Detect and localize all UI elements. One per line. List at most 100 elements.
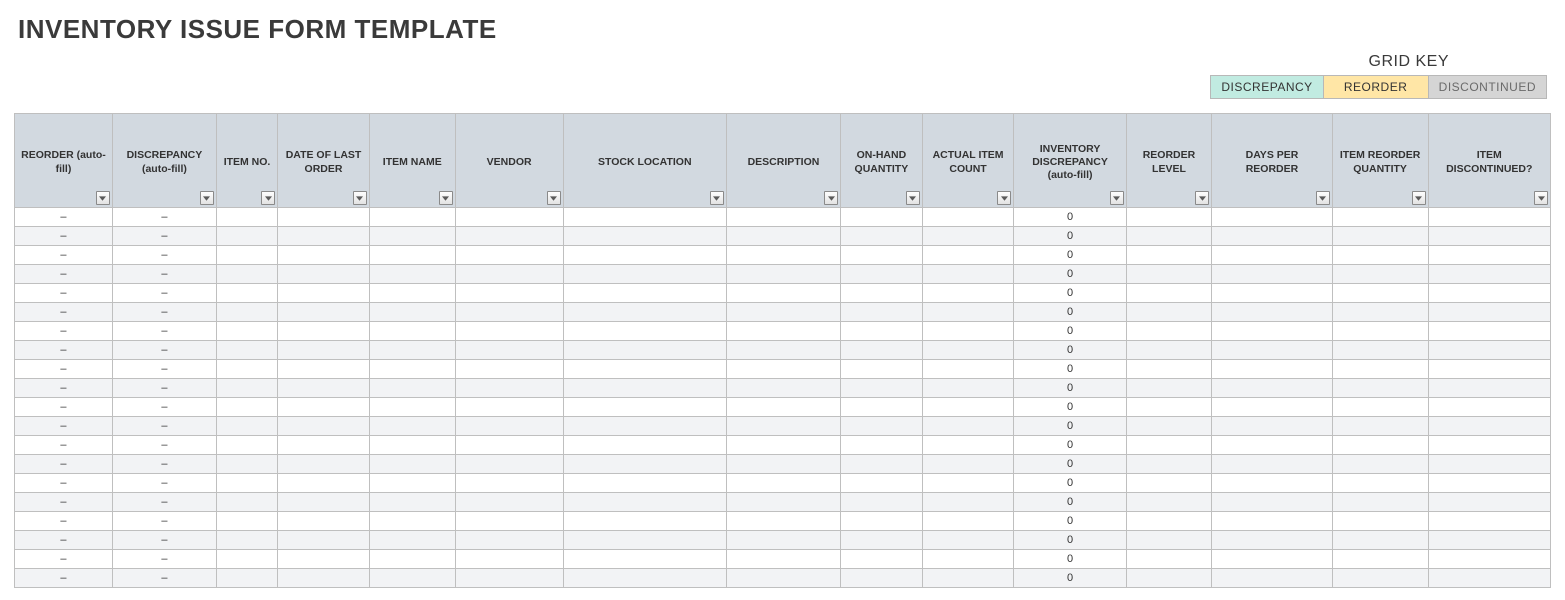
cell-reorder_level[interactable] bbox=[1126, 208, 1212, 227]
filter-dropdown-icon[interactable] bbox=[1195, 191, 1209, 205]
cell-actual[interactable] bbox=[922, 455, 1014, 474]
cell-location[interactable] bbox=[563, 493, 726, 512]
cell-reorder_qty[interactable] bbox=[1332, 531, 1428, 550]
cell-location[interactable] bbox=[563, 512, 726, 531]
cell-actual[interactable] bbox=[922, 303, 1014, 322]
cell-discontinued[interactable] bbox=[1428, 569, 1551, 588]
cell-discrepancy[interactable]: – bbox=[112, 398, 216, 417]
cell-vendor[interactable] bbox=[455, 474, 563, 493]
cell-date[interactable] bbox=[278, 208, 370, 227]
cell-description[interactable] bbox=[726, 398, 840, 417]
cell-days[interactable] bbox=[1212, 550, 1332, 569]
cell-description[interactable] bbox=[726, 474, 840, 493]
cell-actual[interactable] bbox=[922, 474, 1014, 493]
cell-location[interactable] bbox=[563, 531, 726, 550]
cell-reorder_qty[interactable] bbox=[1332, 398, 1428, 417]
filter-dropdown-icon[interactable] bbox=[261, 191, 275, 205]
cell-description[interactable] bbox=[726, 284, 840, 303]
cell-days[interactable] bbox=[1212, 208, 1332, 227]
cell-discontinued[interactable] bbox=[1428, 360, 1551, 379]
cell-discontinued[interactable] bbox=[1428, 208, 1551, 227]
cell-discrepancy[interactable]: – bbox=[112, 208, 216, 227]
cell-date[interactable] bbox=[278, 360, 370, 379]
cell-discontinued[interactable] bbox=[1428, 246, 1551, 265]
cell-date[interactable] bbox=[278, 303, 370, 322]
cell-discontinued[interactable] bbox=[1428, 436, 1551, 455]
cell-onhand[interactable] bbox=[841, 493, 923, 512]
cell-date[interactable] bbox=[278, 417, 370, 436]
cell-location[interactable] bbox=[563, 379, 726, 398]
cell-vendor[interactable] bbox=[455, 246, 563, 265]
cell-days[interactable] bbox=[1212, 265, 1332, 284]
cell-item_no[interactable] bbox=[216, 284, 277, 303]
cell-onhand[interactable] bbox=[841, 303, 923, 322]
cell-discrepancy[interactable]: – bbox=[112, 322, 216, 341]
cell-actual[interactable] bbox=[922, 569, 1014, 588]
cell-reorder[interactable]: – bbox=[15, 360, 113, 379]
cell-inv_discrepancy[interactable]: 0 bbox=[1014, 550, 1126, 569]
cell-reorder[interactable]: – bbox=[15, 322, 113, 341]
cell-actual[interactable] bbox=[922, 398, 1014, 417]
cell-discontinued[interactable] bbox=[1428, 322, 1551, 341]
cell-inv_discrepancy[interactable]: 0 bbox=[1014, 436, 1126, 455]
cell-item_no[interactable] bbox=[216, 512, 277, 531]
cell-item_no[interactable] bbox=[216, 379, 277, 398]
cell-location[interactable] bbox=[563, 455, 726, 474]
cell-reorder_level[interactable] bbox=[1126, 265, 1212, 284]
cell-item_no[interactable] bbox=[216, 360, 277, 379]
cell-description[interactable] bbox=[726, 531, 840, 550]
cell-actual[interactable] bbox=[922, 341, 1014, 360]
cell-discrepancy[interactable]: – bbox=[112, 474, 216, 493]
cell-item_name[interactable] bbox=[369, 550, 455, 569]
cell-discrepancy[interactable]: – bbox=[112, 436, 216, 455]
cell-description[interactable] bbox=[726, 417, 840, 436]
cell-reorder[interactable]: – bbox=[15, 493, 113, 512]
cell-reorder[interactable]: – bbox=[15, 569, 113, 588]
cell-location[interactable] bbox=[563, 417, 726, 436]
cell-item_name[interactable] bbox=[369, 493, 455, 512]
cell-description[interactable] bbox=[726, 512, 840, 531]
cell-item_no[interactable] bbox=[216, 341, 277, 360]
cell-inv_discrepancy[interactable]: 0 bbox=[1014, 265, 1126, 284]
cell-inv_discrepancy[interactable]: 0 bbox=[1014, 341, 1126, 360]
cell-item_name[interactable] bbox=[369, 436, 455, 455]
cell-actual[interactable] bbox=[922, 531, 1014, 550]
cell-reorder_level[interactable] bbox=[1126, 360, 1212, 379]
cell-inv_discrepancy[interactable]: 0 bbox=[1014, 322, 1126, 341]
cell-reorder_qty[interactable] bbox=[1332, 360, 1428, 379]
filter-dropdown-icon[interactable] bbox=[1110, 191, 1124, 205]
cell-reorder[interactable]: – bbox=[15, 246, 113, 265]
cell-vendor[interactable] bbox=[455, 341, 563, 360]
cell-days[interactable] bbox=[1212, 417, 1332, 436]
cell-discrepancy[interactable]: – bbox=[112, 360, 216, 379]
cell-onhand[interactable] bbox=[841, 455, 923, 474]
cell-days[interactable] bbox=[1212, 398, 1332, 417]
cell-item_name[interactable] bbox=[369, 227, 455, 246]
cell-days[interactable] bbox=[1212, 569, 1332, 588]
cell-reorder[interactable]: – bbox=[15, 550, 113, 569]
cell-description[interactable] bbox=[726, 341, 840, 360]
cell-item_name[interactable] bbox=[369, 322, 455, 341]
cell-description[interactable] bbox=[726, 493, 840, 512]
cell-inv_discrepancy[interactable]: 0 bbox=[1014, 303, 1126, 322]
cell-onhand[interactable] bbox=[841, 322, 923, 341]
cell-location[interactable] bbox=[563, 436, 726, 455]
cell-item_no[interactable] bbox=[216, 303, 277, 322]
cell-onhand[interactable] bbox=[841, 512, 923, 531]
cell-reorder_level[interactable] bbox=[1126, 322, 1212, 341]
cell-vendor[interactable] bbox=[455, 455, 563, 474]
cell-reorder_level[interactable] bbox=[1126, 512, 1212, 531]
cell-vendor[interactable] bbox=[455, 227, 563, 246]
cell-item_no[interactable] bbox=[216, 569, 277, 588]
cell-days[interactable] bbox=[1212, 303, 1332, 322]
cell-actual[interactable] bbox=[922, 360, 1014, 379]
cell-location[interactable] bbox=[563, 246, 726, 265]
cell-days[interactable] bbox=[1212, 341, 1332, 360]
cell-item_no[interactable] bbox=[216, 417, 277, 436]
cell-actual[interactable] bbox=[922, 436, 1014, 455]
cell-vendor[interactable] bbox=[455, 417, 563, 436]
cell-location[interactable] bbox=[563, 360, 726, 379]
cell-discrepancy[interactable]: – bbox=[112, 512, 216, 531]
cell-inv_discrepancy[interactable]: 0 bbox=[1014, 417, 1126, 436]
cell-actual[interactable] bbox=[922, 550, 1014, 569]
